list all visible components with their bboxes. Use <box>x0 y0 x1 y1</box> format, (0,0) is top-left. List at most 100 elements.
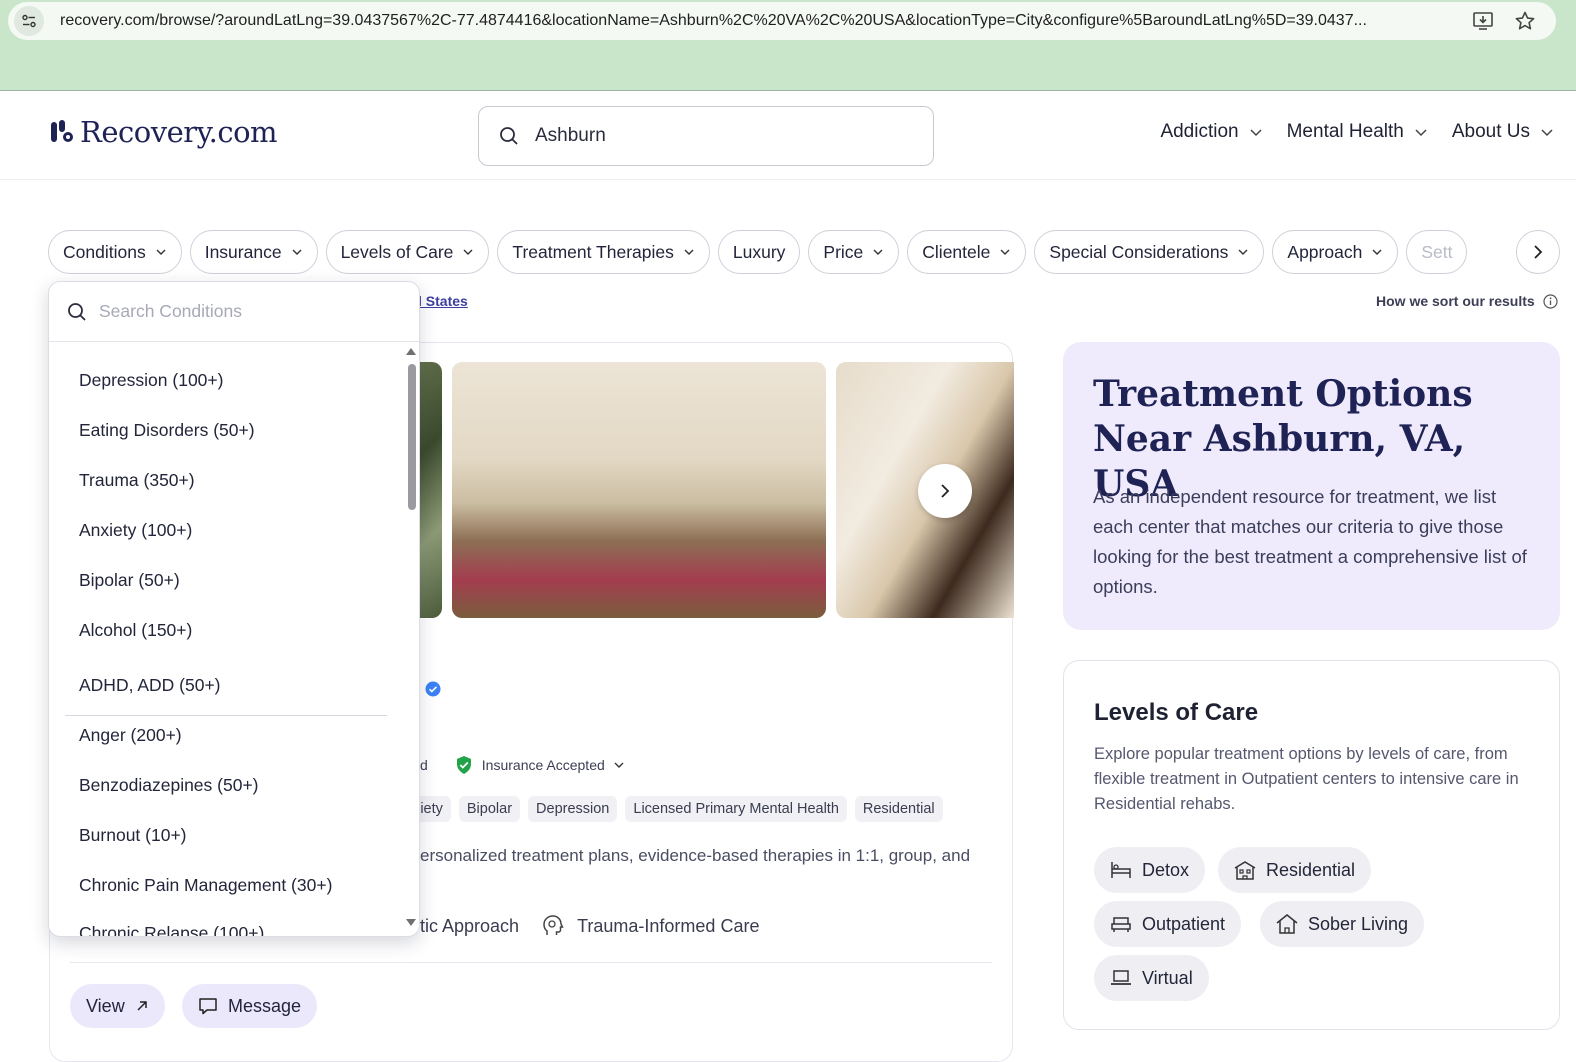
filter-label: Special Considerations <box>1049 241 1229 262</box>
dropdown-scrollbar[interactable] <box>405 346 417 928</box>
meta-fragment: d <box>420 757 428 773</box>
location-search[interactable] <box>478 106 934 166</box>
nav-addiction[interactable]: Addiction <box>1160 121 1262 143</box>
care-option-detox[interactable]: Detox <box>1094 847 1206 893</box>
care-option-label: Sober Living <box>1308 913 1409 934</box>
conditions-dropdown: Depression (100+) Eating Disorders (50+)… <box>48 281 420 937</box>
chat-bubble-icon <box>199 998 217 1015</box>
condition-option[interactable]: Depression (100+) <box>79 370 223 391</box>
nav-about-us[interactable]: About Us <box>1452 121 1554 143</box>
address-bar[interactable]: recovery.com/browse/?aroundLatLng=39.043… <box>8 2 1556 40</box>
conditions-search[interactable] <box>49 282 419 342</box>
view-label: View <box>86 995 125 1016</box>
sofa-icon <box>1111 917 1131 932</box>
conditions-search-input[interactable] <box>99 301 379 322</box>
main-nav: Addiction Mental Health About Us <box>1160 121 1554 143</box>
listing-features: tic Approach Trauma-Informed Care <box>420 914 759 938</box>
panel-description: As an independent resource for treatment… <box>1093 486 1527 597</box>
chevron-down-icon <box>1238 249 1248 255</box>
bookmark-star-icon[interactable] <box>1514 10 1536 32</box>
filter-luxury[interactable]: Luxury <box>717 230 801 274</box>
insurance-accepted-label[interactable]: Insurance Accepted <box>482 757 605 773</box>
condition-option[interactable]: Benzodiazepines (50+) <box>79 775 259 796</box>
search-icon <box>68 302 86 321</box>
filter-label: Insurance <box>204 241 282 262</box>
arrow-up-right-icon <box>137 1001 147 1011</box>
condition-option[interactable]: Trauma (350+) <box>79 470 195 491</box>
card-divider <box>70 962 992 963</box>
chevron-down-icon <box>1541 129 1553 137</box>
filter-conditions[interactable]: Conditions <box>48 230 182 274</box>
condition-option[interactable]: ADHD, ADD (50+) <box>79 675 221 696</box>
chevron-down-icon <box>684 249 694 255</box>
verified-badge-icon <box>425 681 441 697</box>
url-text[interactable]: recovery.com/browse/?aroundLatLng=39.043… <box>60 12 1460 30</box>
filter-treatment-therapies[interactable]: Treatment Therapies <box>497 230 710 274</box>
browser-toolbar: recovery.com/browse/?aroundLatLng=39.043… <box>0 0 1576 90</box>
care-option-outpatient[interactable]: Outpatient <box>1094 901 1242 947</box>
scroll-down-arrow-icon[interactable] <box>405 918 417 928</box>
filter-insurance[interactable]: Insurance <box>189 230 318 274</box>
condition-option[interactable]: Anger (200+) <box>79 725 182 746</box>
levels-of-care-panel: Levels of Care Explore popular treatment… <box>1063 660 1560 1030</box>
shield-check-icon <box>456 756 471 774</box>
treatment-options-panel: Treatment Options Near Ashburn, VA, USA … <box>1063 342 1560 630</box>
filter-levels-of-care[interactable]: Levels of Care <box>325 230 490 274</box>
nav-label: Mental Health <box>1286 121 1404 142</box>
next-photo-button[interactable] <box>918 464 972 518</box>
condition-option[interactable]: Eating Disorders (50+) <box>79 420 255 441</box>
tag: Depression <box>528 796 618 822</box>
care-option-residential[interactable]: Residential <box>1218 847 1372 893</box>
chevron-down-icon <box>463 249 473 255</box>
condition-option[interactable]: Chronic Relapse (100+) <box>79 923 264 936</box>
logo-text: Recovery.com <box>80 115 278 149</box>
feature-label: Trauma-Informed Care <box>577 915 760 936</box>
listing-description: ersonalized treatment plans, evidence-ba… <box>420 846 971 865</box>
sort-info-link[interactable]: How we sort our results <box>1376 293 1558 309</box>
condition-option[interactable]: Burnout (10+) <box>79 825 187 846</box>
levels-of-care-description: Explore popular treatment options by lev… <box>1094 745 1519 813</box>
filter-approach[interactable]: Approach <box>1272 230 1399 274</box>
care-option-label: Outpatient <box>1142 913 1226 934</box>
chevron-down-icon <box>1000 249 1010 255</box>
care-option-label: Residential <box>1266 859 1356 880</box>
care-option-sober-living[interactable]: Sober Living <box>1260 901 1425 947</box>
view-button[interactable]: View <box>70 984 165 1028</box>
condition-option[interactable]: Alcohol (150+) <box>79 620 192 641</box>
message-label: Message <box>228 995 302 1016</box>
chevron-down-icon[interactable] <box>613 759 625 771</box>
nav-mental-health[interactable]: Mental Health <box>1287 121 1428 143</box>
scroll-up-arrow-icon[interactable] <box>405 346 417 356</box>
feature-trauma-informed: Trauma-Informed Care <box>541 914 759 938</box>
search-icon <box>499 126 519 146</box>
filter-bar: Conditions Insurance Levels of Care Trea… <box>48 230 1560 276</box>
filter-label: Luxury <box>732 241 786 262</box>
filters-scroll-right-button[interactable] <box>1516 230 1560 274</box>
nav-label: Addiction <box>1160 121 1239 142</box>
condition-option[interactable]: Anxiety (100+) <box>79 520 192 541</box>
location-search-input[interactable] <box>535 125 895 147</box>
info-icon <box>1543 293 1558 309</box>
install-app-icon[interactable] <box>1472 10 1494 32</box>
building-icon <box>1234 861 1256 880</box>
bed-icon <box>1111 862 1131 878</box>
listing-tags: nxiety Bipolar Depression Licensed Prima… <box>405 796 943 822</box>
filter-special-considerations[interactable]: Special Considerations <box>1034 230 1265 274</box>
breadcrumb-link[interactable]: l States <box>418 293 468 309</box>
site-settings-icon[interactable] <box>14 6 44 36</box>
filter-clientele[interactable]: Clientele <box>907 230 1027 274</box>
site-logo[interactable]: Recovery.com <box>50 115 278 149</box>
scrollbar-thumb[interactable] <box>408 364 416 510</box>
nav-label: About Us <box>1451 121 1530 142</box>
filter-price[interactable]: Price <box>808 230 900 274</box>
message-button[interactable]: Message <box>182 984 318 1028</box>
filter-setting[interactable]: Sett <box>1406 230 1468 274</box>
condition-option[interactable]: Bipolar (50+) <box>79 570 180 591</box>
filter-label: Treatment Therapies <box>512 241 674 262</box>
condition-option[interactable]: Chronic Pain Management (30+) <box>79 875 332 896</box>
listing-meta: d Insurance Accepted <box>420 755 625 775</box>
chevron-down-icon <box>873 249 883 255</box>
chevron-down-icon <box>1415 129 1427 137</box>
care-option-virtual[interactable]: Virtual <box>1094 955 1209 1001</box>
listing-photo-bedroom[interactable] <box>452 362 826 618</box>
